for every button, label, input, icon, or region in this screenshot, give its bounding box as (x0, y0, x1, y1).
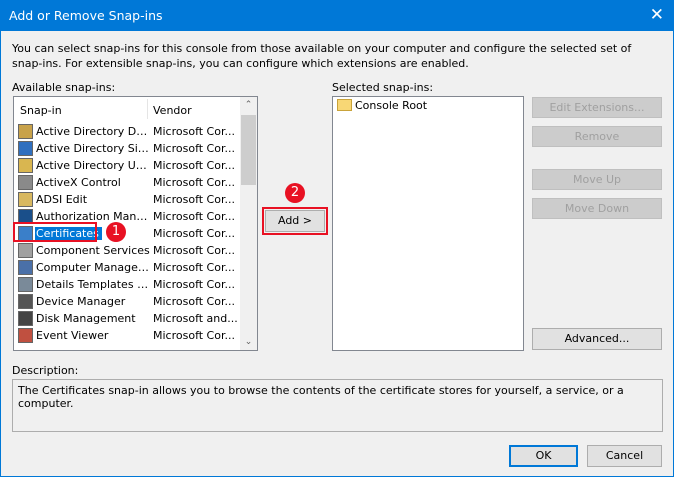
event-viewer-icon (18, 328, 33, 343)
scroll-down-icon[interactable]: ⌄ (240, 337, 257, 347)
advanced-button[interactable]: Advanced... (532, 328, 662, 350)
snapin-name: Active Directory Do... (36, 125, 150, 138)
details-templates-icon (18, 277, 33, 292)
move-down-button[interactable]: Move Down (532, 198, 662, 219)
snapin-vendor: Microsoft Cor... (153, 329, 235, 342)
intro-text: You can select snap-ins for this console… (12, 42, 632, 70)
step-badge-1: 1 (106, 222, 126, 242)
adsi-edit-icon (18, 192, 33, 207)
snapin-vendor: Microsoft Cor... (153, 278, 235, 291)
folder-icon (337, 99, 352, 111)
snapin-vendor: Microsoft Cor... (153, 125, 235, 138)
snapin-row[interactable]: Computer Managem... Microsoft Cor... (14, 259, 240, 276)
snapin-name: Disk Management (36, 312, 136, 325)
ok-button[interactable]: OK (509, 445, 578, 467)
snapin-vendor: Microsoft Cor... (153, 142, 235, 155)
snapin-name: Details Templates E... (36, 278, 150, 291)
snapin-vendor: Microsoft Cor... (153, 244, 235, 257)
ad-users-icon (18, 158, 33, 173)
computer-management-icon (18, 260, 33, 275)
snapin-row[interactable]: Device Manager Microsoft Cor... (14, 293, 240, 310)
selected-label: Selected snap-ins: (332, 81, 434, 94)
snapin-name: ADSI Edit (36, 193, 88, 206)
snapin-row[interactable]: Event Viewer Microsoft Cor... (14, 327, 240, 344)
list-header: Snap-in Vendor (14, 97, 240, 121)
snapin-name: Event Viewer (36, 329, 109, 342)
column-header-snapin[interactable]: Snap-in (20, 104, 62, 117)
description-label: Description: (12, 364, 79, 377)
selected-snapins-tree[interactable]: Console Root (332, 96, 524, 351)
component-services-icon (18, 243, 33, 258)
snapin-name: ActiveX Control (36, 176, 121, 189)
snapin-vendor: Microsoft Cor... (153, 227, 235, 240)
snapin-name: Component Services (36, 244, 150, 257)
scroll-up-icon[interactable]: ⌃ (240, 100, 257, 110)
available-label: Available snap-ins: (12, 81, 116, 94)
snapin-vendor: Microsoft Cor... (153, 176, 235, 189)
snapin-row[interactable]: Active Directory Do... Microsoft Cor... (14, 123, 240, 140)
ad-sites-icon (18, 141, 33, 156)
scrollbar[interactable]: ⌃ ⌄ (240, 97, 257, 350)
step-badge-2: 2 (285, 183, 305, 203)
snapin-row[interactable]: Active Directory Site... Microsoft Cor... (14, 140, 240, 157)
description-text: The Certificates snap-in allows you to b… (18, 384, 624, 410)
close-icon[interactable]: ✕ (650, 5, 664, 25)
snapin-row[interactable]: ADSI Edit Microsoft Cor... (14, 191, 240, 208)
snapin-vendor: Microsoft and... (153, 312, 238, 325)
edit-extensions-button[interactable]: Edit Extensions... (532, 97, 662, 118)
scroll-thumb[interactable] (241, 115, 256, 185)
snapin-name: Active Directory Site... (36, 142, 150, 155)
snapin-row[interactable]: Component Services Microsoft Cor... (14, 242, 240, 259)
device-manager-icon (18, 294, 33, 309)
title-bar: Add or Remove Snap-ins ✕ (0, 0, 674, 31)
window-title: Add or Remove Snap-ins (9, 8, 163, 23)
remove-button[interactable]: Remove (532, 126, 662, 147)
activex-icon (18, 175, 33, 190)
snapin-name: Device Manager (36, 295, 126, 308)
snapin-vendor: Microsoft Cor... (153, 295, 235, 308)
add-button[interactable]: Add > (265, 210, 325, 232)
tree-item-console-root[interactable]: Console Root (337, 99, 427, 112)
description-box: The Certificates snap-in allows you to b… (12, 379, 663, 432)
move-up-button[interactable]: Move Up (532, 169, 662, 190)
cancel-button[interactable]: Cancel (587, 445, 662, 467)
snapin-name: Computer Managem... (36, 261, 150, 274)
snapin-row[interactable]: ActiveX Control Microsoft Cor... (14, 174, 240, 191)
snapin-row[interactable]: Active Directory Use... Microsoft Cor... (14, 157, 240, 174)
snapin-row[interactable]: Details Templates E... Microsoft Cor... (14, 276, 240, 293)
certificates-highlight (13, 222, 97, 242)
disk-management-icon (18, 311, 33, 326)
snapin-vendor: Microsoft Cor... (153, 193, 235, 206)
snapin-vendor: Microsoft Cor... (153, 210, 235, 223)
column-header-vendor[interactable]: Vendor (153, 104, 192, 117)
snapin-vendor: Microsoft Cor... (153, 261, 235, 274)
snapin-row[interactable]: Disk Management Microsoft and... (14, 310, 240, 327)
ad-domains-icon (18, 124, 33, 139)
snapin-vendor: Microsoft Cor... (153, 159, 235, 172)
tree-item-label: Console Root (355, 99, 428, 112)
snapin-name: Active Directory Use... (36, 159, 150, 172)
